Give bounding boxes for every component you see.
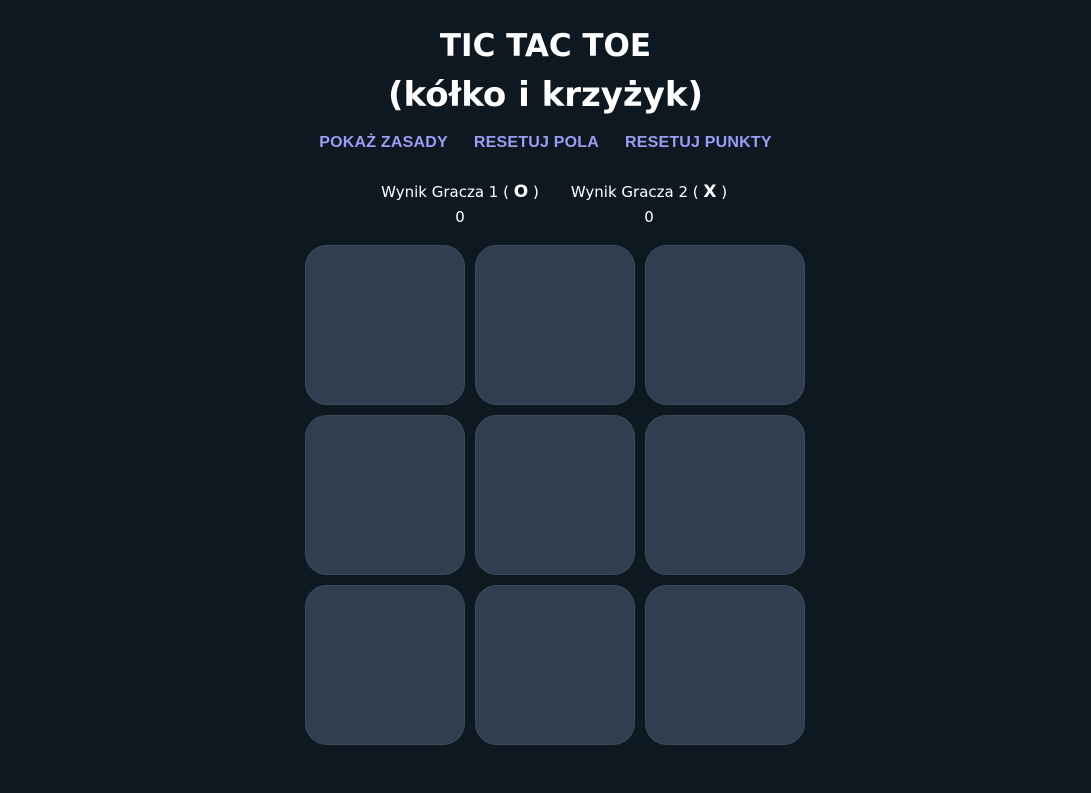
page-subtitle: (kółko i krzyżyk) <box>387 75 704 115</box>
board-cell[interactable] <box>475 585 635 745</box>
player2-score-label: Wynik Gracza 2 ( X ) <box>559 180 739 204</box>
player1-score-label: Wynik Gracza 1 ( O ) <box>370 180 550 204</box>
board-cell[interactable] <box>305 245 465 405</box>
board-cell[interactable] <box>645 415 805 575</box>
board-cell[interactable] <box>305 415 465 575</box>
board-cell[interactable] <box>305 585 465 745</box>
player2-score-value: 0 <box>644 208 654 226</box>
board-cell[interactable] <box>645 585 805 745</box>
player2-label-suffix: ) <box>716 183 728 201</box>
board-cell[interactable] <box>475 415 635 575</box>
board-cell[interactable] <box>645 245 805 405</box>
page-title: TIC TAC TOE <box>439 28 652 64</box>
player2-label-prefix: Wynik Gracza 2 ( <box>570 183 704 201</box>
action-nav: POKAŻ ZASADY RESETUJ POLA RESETUJ PUNKTY <box>0 132 1091 154</box>
reset-score-button[interactable]: RESETUJ PUNKTY <box>625 132 772 154</box>
player1-label-prefix: Wynik Gracza 1 ( <box>381 183 514 201</box>
board-cell[interactable] <box>475 245 635 405</box>
player1-symbol: O <box>513 182 529 202</box>
reset-board-button[interactable]: RESETUJ POLA <box>474 132 599 154</box>
player1-score-panel: Wynik Gracza 1 ( O ) 0 <box>370 180 550 230</box>
player2-symbol: X <box>703 182 717 202</box>
player1-score-value: 0 <box>455 208 465 226</box>
game-board <box>305 245 805 745</box>
show-rules-button[interactable]: POKAŻ ZASADY <box>319 132 448 154</box>
player1-label-suffix: ) <box>528 183 539 201</box>
player2-score-panel: Wynik Gracza 2 ( X ) 0 <box>559 180 739 230</box>
